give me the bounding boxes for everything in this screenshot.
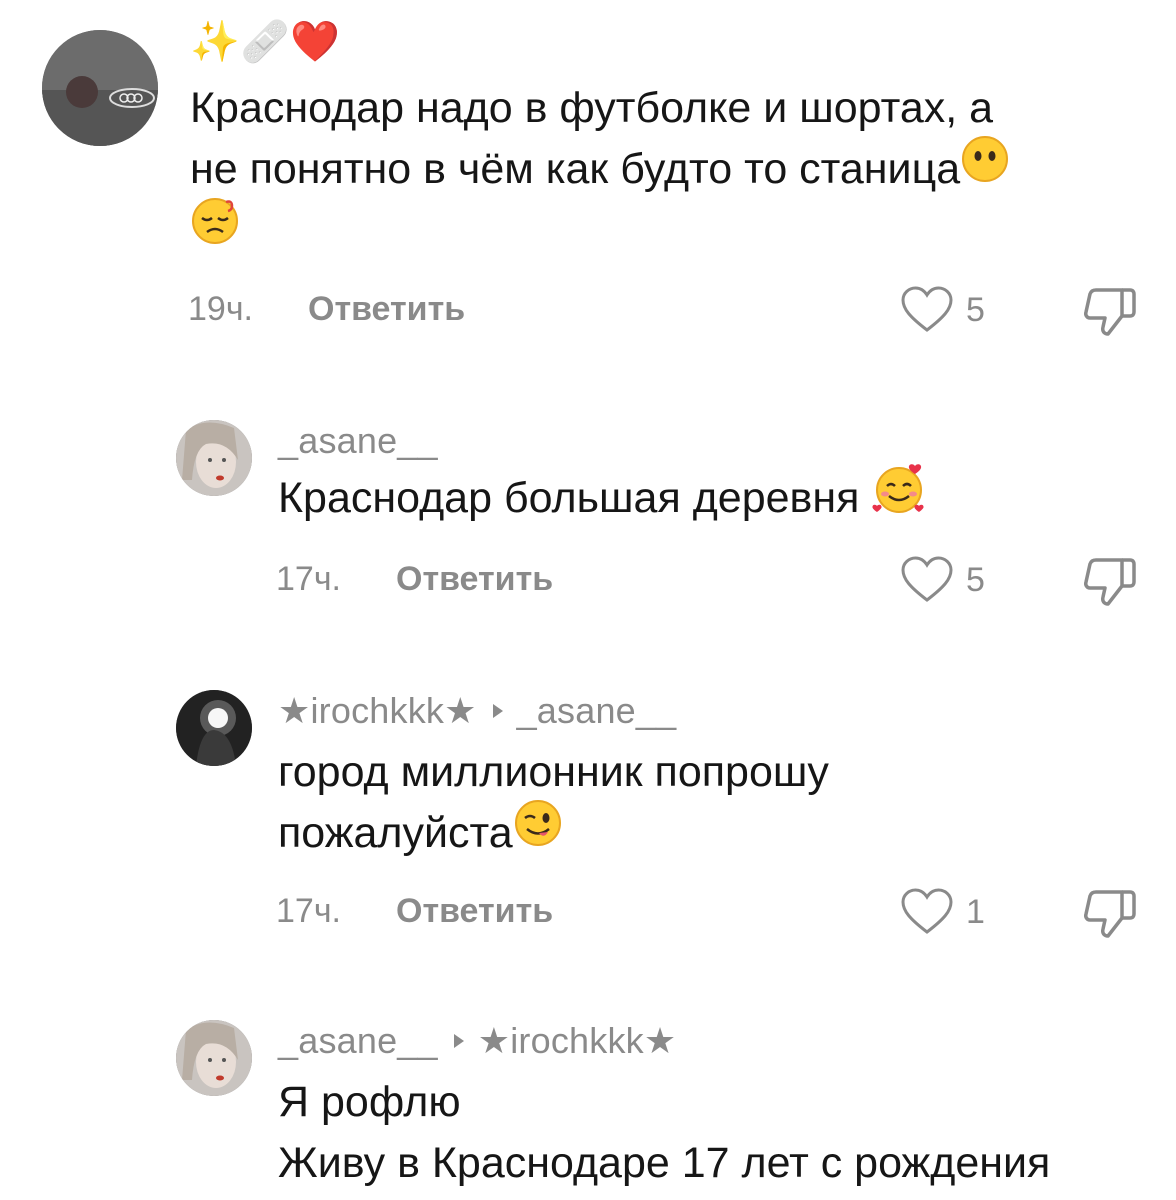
heart-outline-icon xyxy=(901,556,953,602)
username-text[interactable]: ★irochkkk★ xyxy=(278,690,477,731)
comment-2: _asane__ Краснодар большая деревня 17ч. … xyxy=(0,400,1176,640)
face-without-mouth-emoji-icon xyxy=(960,134,1010,201)
comment-text-line-2: пожалуйста xyxy=(278,800,829,865)
reply-arrow-icon xyxy=(492,704,503,719)
comment-text-line-1-text: Краснодар большая деревня xyxy=(278,474,860,522)
reply-button[interactable]: Ответить xyxy=(396,892,553,931)
avatar-image xyxy=(176,1020,252,1096)
comment-text: Краснодар надо в футболке и шортах, а не… xyxy=(190,78,1010,263)
winking-face-with-tongue-emoji-icon xyxy=(513,798,563,865)
comment-4: _asane__ ★irochkkk★ Я рофлю Живу в Красно… xyxy=(0,1000,1176,1200)
thumbs-down-icon xyxy=(1084,558,1136,606)
comment-text-line-1: город миллионник попрошу xyxy=(278,748,829,796)
thumbs-down-icon xyxy=(1084,288,1136,336)
avatar-image xyxy=(176,420,252,496)
like-button[interactable]: 5 xyxy=(900,286,985,334)
smiling-face-with-hearts-emoji-icon xyxy=(871,462,927,531)
dislike-button[interactable] xyxy=(1082,556,1138,613)
username-text[interactable]: _asane__ xyxy=(278,1020,438,1061)
comment-3: ★irochkkk★ _asane__ город миллионник попр… xyxy=(0,670,1176,970)
heart-outline-icon xyxy=(901,888,953,934)
reply-to-username[interactable]: _asane__ xyxy=(517,690,677,731)
comment-time: 17ч. xyxy=(276,560,341,598)
username[interactable]: ★irochkkk★ _asane__ xyxy=(278,690,676,732)
reply-arrow-icon xyxy=(453,1034,464,1049)
like-button[interactable]: 5 xyxy=(900,556,985,604)
comment-text-line-1: Я рофлю xyxy=(278,1078,461,1126)
comment-text-line-2-text: не понятно в чём как будто то станица xyxy=(190,145,961,193)
username[interactable]: _asane__ xyxy=(278,420,438,462)
like-count: 5 xyxy=(966,560,985,599)
avatar-image xyxy=(42,30,158,146)
comment-time: 19ч. xyxy=(188,290,253,328)
like-button[interactable]: 1 xyxy=(900,888,985,936)
avatar-image xyxy=(176,690,252,766)
reply-to-username[interactable]: ★irochkkk★ xyxy=(478,1020,677,1061)
comment-text: Краснодар большая деревня xyxy=(278,464,927,531)
reply-button[interactable]: Ответить xyxy=(396,560,553,599)
comment-text-line-1: Краснодар надо в футболке и шортах, а xyxy=(190,84,994,132)
comment-text: город миллионник попрошу пожалуйста xyxy=(278,742,829,865)
avatar[interactable] xyxy=(176,690,252,766)
dislike-button[interactable] xyxy=(1082,286,1138,343)
comment-text: Я рофлю Живу в Краснодаре 17 лет с рожде… xyxy=(278,1072,1050,1194)
comment-text-line-2: Живу в Краснодаре 17 лет с рождения xyxy=(278,1139,1051,1187)
comment-text-line-3 xyxy=(190,198,1010,263)
dislike-button[interactable] xyxy=(1082,888,1138,945)
comment-text-line-2-text: пожалуйста xyxy=(278,809,513,857)
comment-text-line-2: не понятно в чём как будто то станица xyxy=(190,136,1010,201)
thumbs-down-icon xyxy=(1084,890,1136,938)
avatar[interactable] xyxy=(176,1020,252,1096)
like-count: 1 xyxy=(966,892,985,931)
sleepy-face-emoji-icon xyxy=(190,196,240,263)
heart-outline-icon xyxy=(901,286,953,332)
username[interactable]: _asane__ ★irochkkk★ xyxy=(278,1020,676,1062)
avatar[interactable] xyxy=(176,420,252,496)
avatar[interactable] xyxy=(42,30,158,146)
username[interactable]: ✨🩹❤️ xyxy=(190,18,340,65)
like-count: 5 xyxy=(966,290,985,329)
comment-1: ✨🩹❤️ Краснодар надо в футболке и шортах,… xyxy=(0,0,1176,370)
comment-text-line-1: Краснодар большая деревня xyxy=(278,464,927,531)
comment-time: 17ч. xyxy=(276,892,341,930)
reply-button[interactable]: Ответить xyxy=(308,290,465,329)
